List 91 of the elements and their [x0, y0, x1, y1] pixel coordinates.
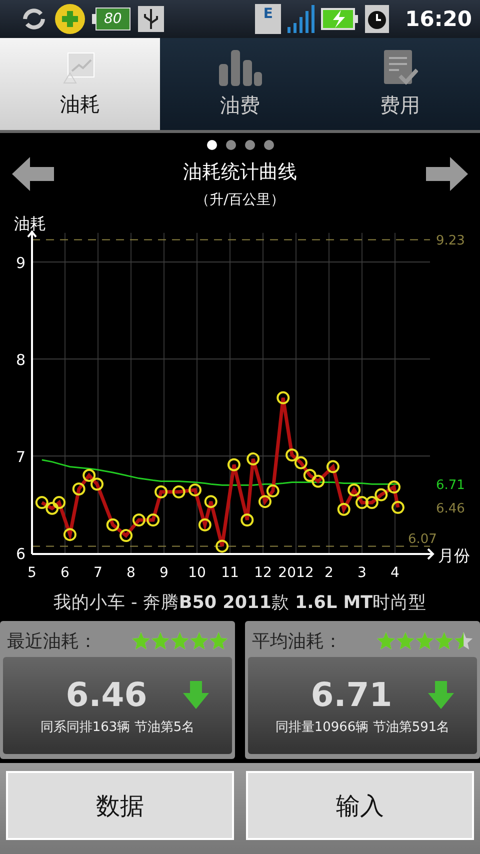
- tab[interactable]: 油耗: [0, 38, 160, 130]
- data-point: [276, 391, 290, 404]
- page-indicator-dot[interactable]: [226, 140, 236, 150]
- stat-label: 平均油耗：: [252, 630, 342, 653]
- battery-icon: [92, 7, 132, 31]
- data-point: [132, 514, 146, 527]
- data-point: [391, 500, 404, 514]
- alarm-clock-icon: [365, 5, 390, 33]
- charging-battery-icon: [321, 8, 360, 30]
- x-tick-label: 9: [160, 565, 168, 581]
- battery-level: 80: [104, 11, 123, 27]
- y-tick-label: 7: [16, 448, 26, 466]
- end-value-label: 6.46: [436, 501, 465, 516]
- end-value-label: 6.71: [436, 478, 465, 494]
- action-button[interactable]: 数据: [6, 771, 234, 840]
- data-point: [374, 488, 388, 502]
- data-point: [172, 485, 186, 498]
- data-point: [365, 496, 378, 510]
- x-tick-label: 11: [221, 565, 239, 581]
- data-point: [286, 448, 299, 462]
- tab[interactable]: 费用: [320, 38, 480, 130]
- y-axis-label: 油耗: [14, 214, 46, 233]
- x-tick-label: 4: [390, 565, 400, 581]
- clock-time: 16:20: [405, 7, 472, 31]
- action-button[interactable]: 输入: [246, 771, 474, 840]
- data-point: [106, 518, 120, 532]
- data-point: [294, 456, 308, 470]
- data-point: [63, 528, 76, 542]
- right-arrow-icon[interactable]: [426, 157, 468, 191]
- chart-title: 油耗统计曲线: [183, 160, 297, 185]
- x-tick-label: 6: [60, 565, 70, 581]
- data-point: [227, 458, 240, 472]
- stat-note: 同系同排163辆 节油第5名: [40, 719, 195, 736]
- data-point: [216, 540, 229, 553]
- data-point: [52, 496, 66, 510]
- data-point: [388, 480, 400, 494]
- x-tick-label: 12: [254, 565, 272, 581]
- bar-chart-icon: [217, 50, 263, 86]
- data-point: [198, 518, 212, 532]
- reference-value: 9.23: [436, 234, 465, 249]
- data-point: [35, 496, 48, 510]
- x-tick-label: 5: [28, 565, 36, 581]
- network-type: E: [255, 4, 282, 34]
- data-point: [46, 502, 59, 515]
- chart-unit: （升/百公里）: [196, 191, 284, 209]
- reference-value: 6.07: [408, 532, 437, 548]
- data-point: [240, 514, 254, 527]
- page-indicator-dot[interactable]: [264, 140, 274, 150]
- data-point: [356, 496, 368, 510]
- data-point: [312, 474, 325, 488]
- data-point: [303, 468, 316, 482]
- down-arrow-icon: [428, 680, 454, 708]
- data-point: [348, 483, 361, 496]
- data-point: [258, 495, 272, 508]
- data-point: [154, 485, 168, 498]
- signal-icon: [287, 5, 316, 33]
- data-point: [337, 502, 350, 516]
- down-arrow-icon: [183, 680, 210, 708]
- page-indicator-dot[interactable]: [206, 140, 216, 150]
- x-tick-label: 3: [358, 565, 366, 581]
- stat-note: 同排量10966辆 节油第591名: [275, 719, 450, 736]
- x-tick-label: 8: [126, 565, 136, 581]
- car-name: 我的小车 - 奔腾B50 2011款 1.6L MT时尚型: [52, 592, 428, 615]
- data-point: [82, 468, 96, 482]
- stat-label: 最近油耗：: [7, 630, 97, 653]
- y-tick-label: 9: [16, 254, 26, 272]
- tab[interactable]: 油费: [160, 38, 320, 130]
- plus-circle-icon: [54, 3, 86, 35]
- x-tick-label: 7: [94, 565, 102, 581]
- data-point: [146, 514, 160, 527]
- y-tick-label: 6: [16, 545, 26, 563]
- data-point: [120, 529, 133, 542]
- stat-value: 6.71: [310, 675, 392, 714]
- data-point: [246, 452, 260, 466]
- left-arrow-icon[interactable]: [12, 157, 54, 191]
- page-indicator-dot[interactable]: [244, 140, 254, 150]
- data-point: [266, 484, 280, 498]
- data-point: [326, 460, 340, 474]
- checklist-icon: [382, 50, 418, 86]
- usb-icon: [138, 6, 164, 32]
- x-axis-label: 月份: [438, 546, 470, 565]
- y-tick-label: 8: [16, 351, 26, 369]
- data-point: [188, 483, 202, 496]
- x-tick-label: 2012: [278, 565, 314, 581]
- data-point: [90, 478, 104, 491]
- data-point: [72, 482, 86, 496]
- stat-value: 6.46: [66, 675, 148, 714]
- x-tick-label: 2: [324, 565, 334, 581]
- data-point: [204, 495, 218, 508]
- sync-icon: [20, 6, 48, 32]
- x-tick-label: 10: [188, 565, 206, 581]
